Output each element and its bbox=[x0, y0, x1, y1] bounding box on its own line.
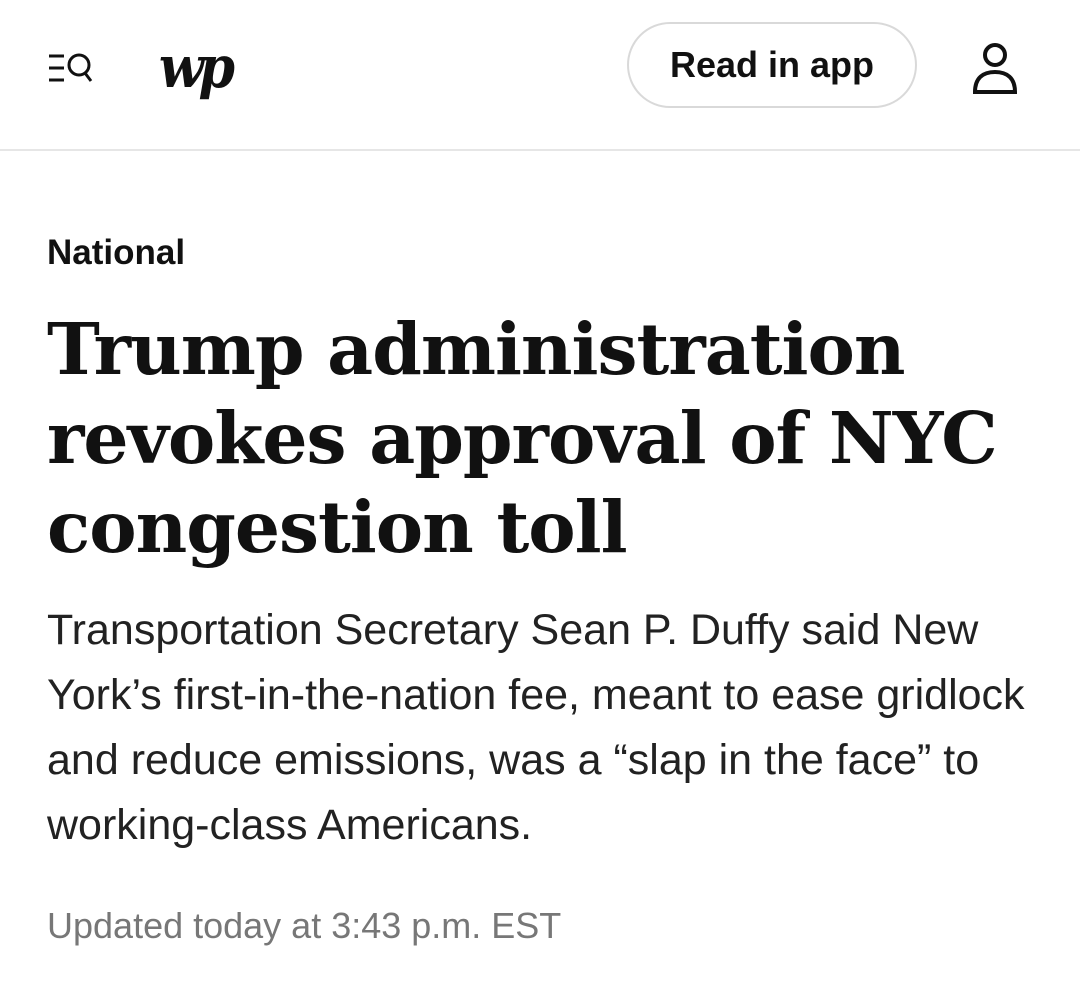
read-in-app-label: Read in app bbox=[669, 44, 875, 85]
top-navigation-bar: wp Read in app bbox=[0, 0, 1080, 151]
washington-post-logo[interactable]: wp bbox=[148, 28, 240, 106]
article-headline: Trump administration revokes approval of… bbox=[47, 307, 998, 569]
user-icon bbox=[972, 43, 1018, 94]
article-dek: Transportation Secretary Sean P. Duffy s… bbox=[47, 606, 1025, 849]
menu-search-button[interactable] bbox=[40, 40, 104, 96]
menu-search-icon bbox=[49, 53, 93, 82]
read-in-app-button[interactable]: Read in app bbox=[627, 22, 917, 108]
section-label[interactable]: National bbox=[47, 232, 185, 274]
logo-text: wp bbox=[158, 33, 235, 101]
updated-timestamp: Updated today at 3:43 p.m. EST bbox=[47, 905, 562, 946]
account-button[interactable] bbox=[963, 36, 1027, 100]
